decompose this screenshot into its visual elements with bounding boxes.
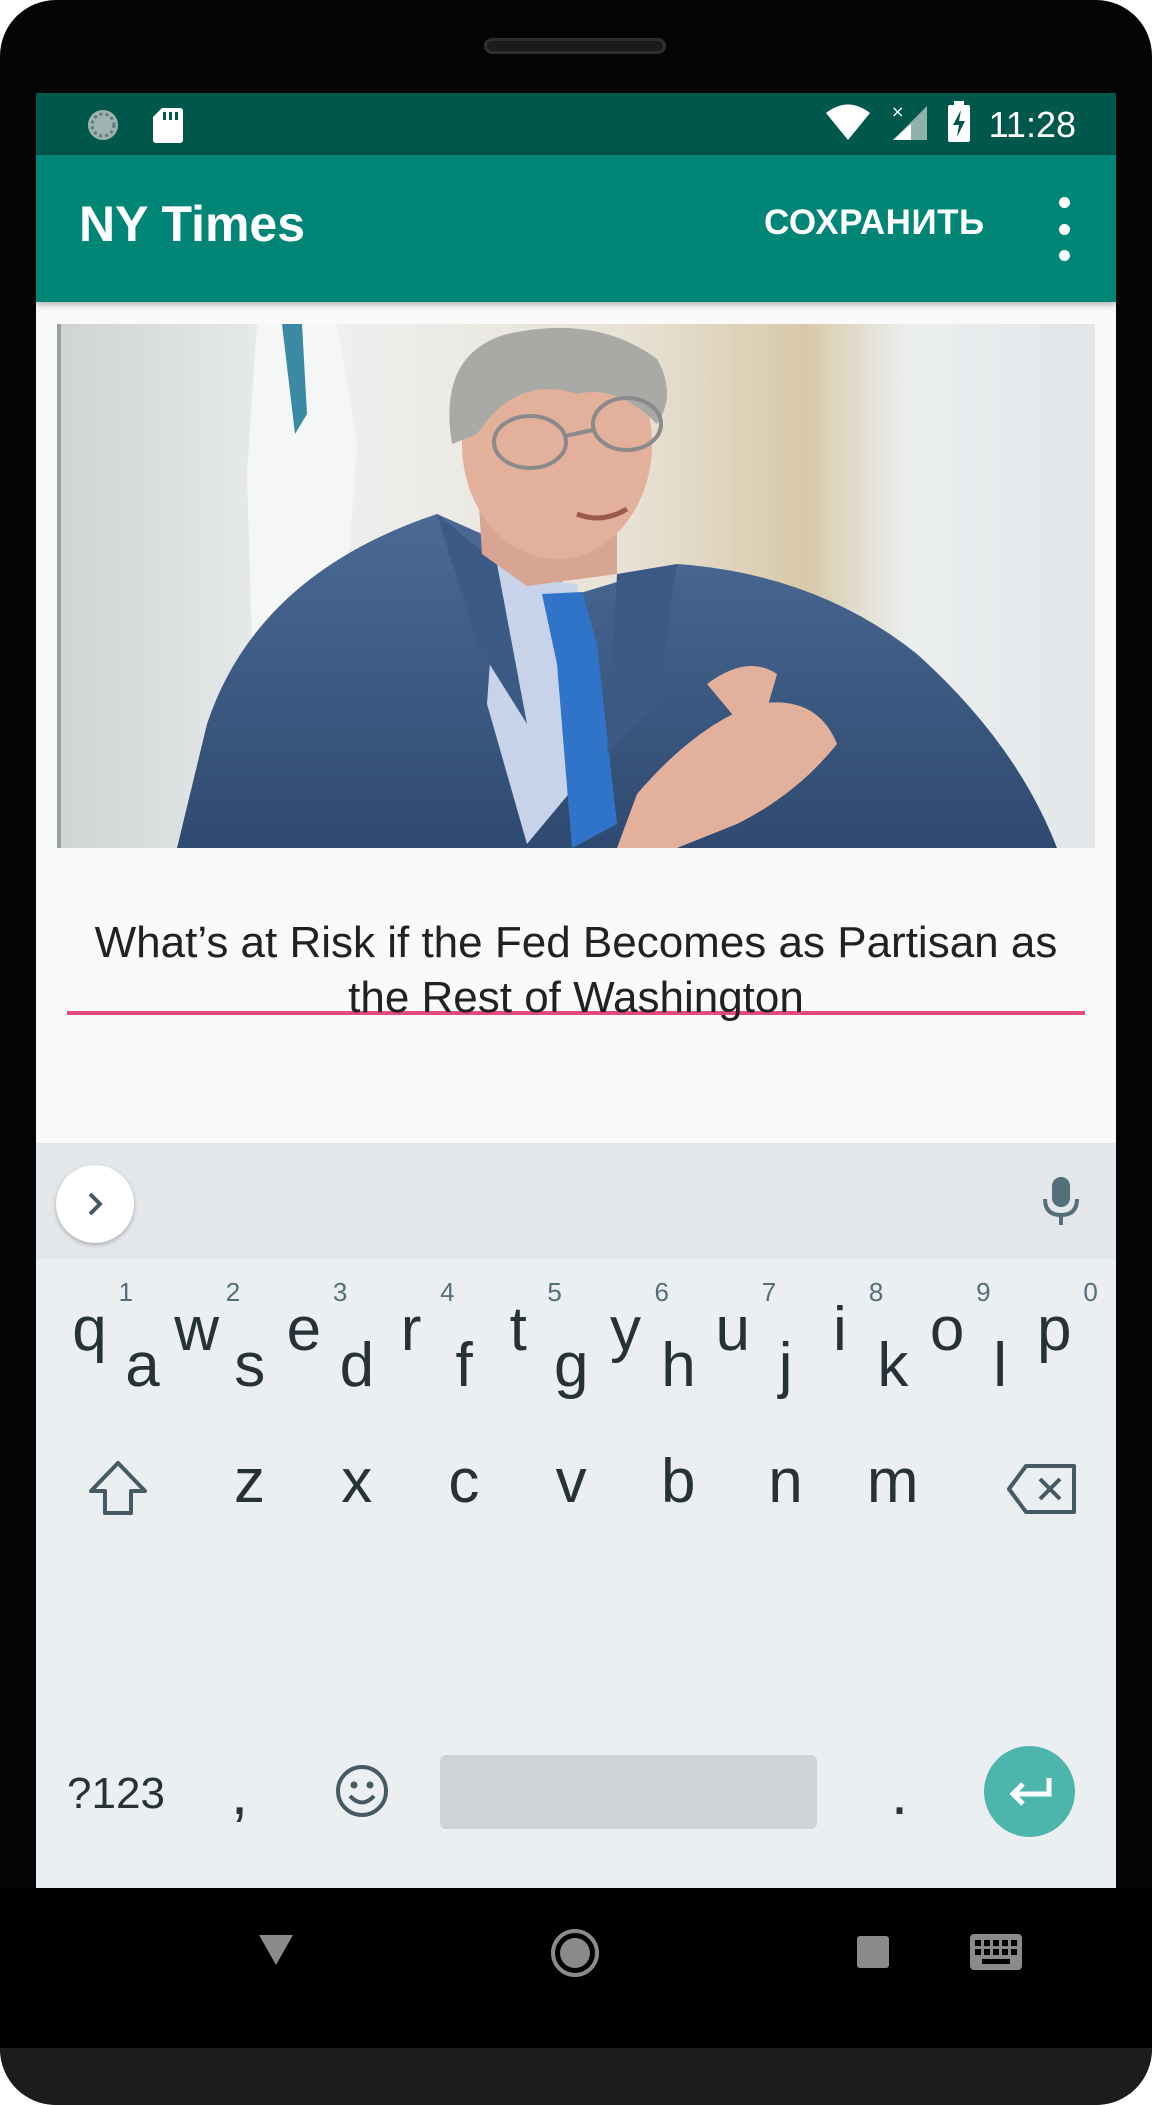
key-label: d — [339, 1331, 375, 1400]
key-a[interactable]: a — [89, 1295, 196, 1425]
sd-card-icon — [152, 106, 184, 149]
device-frame: × 11:28 NY Times СОХРАНИТЬ What’s at Ris… — [0, 0, 1152, 2105]
backspace-icon[interactable] — [986, 1411, 1093, 1541]
key-s[interactable]: s — [196, 1295, 303, 1425]
svg-text:×: × — [891, 102, 904, 121]
key-label: a — [125, 1331, 160, 1400]
enter-icon[interactable] — [984, 1746, 1075, 1837]
key-label: c — [448, 1447, 480, 1516]
key-label: f — [455, 1331, 473, 1400]
earpiece-speaker — [484, 38, 666, 54]
key-label: m — [866, 1447, 919, 1516]
key-b[interactable]: b — [625, 1411, 732, 1541]
key-j[interactable]: j — [732, 1295, 839, 1425]
key-l[interactable]: l — [947, 1295, 1054, 1425]
device-chin — [0, 2048, 1152, 2105]
key-label: k — [877, 1331, 909, 1400]
wifi-icon — [825, 102, 871, 147]
back-icon[interactable] — [257, 1933, 295, 1972]
key-z[interactable]: z — [196, 1411, 303, 1541]
status-bar: × 11:28 — [36, 93, 1116, 155]
key-label: z — [234, 1447, 265, 1516]
soft-keyboard: 1q2w3e4r5t6y7u8i9o0p asdfghjkl zxcvbnm ?… — [36, 1143, 1116, 1888]
key-g[interactable]: g — [518, 1295, 625, 1425]
key-label: x — [341, 1447, 373, 1516]
key-label: v — [555, 1447, 587, 1516]
key-label: h — [661, 1331, 696, 1400]
mic-icon[interactable] — [1040, 1175, 1082, 1232]
headline-field[interactable]: What’s at Risk if the Fed Becomes as Par… — [67, 915, 1085, 1022]
key-m[interactable]: m — [839, 1411, 946, 1541]
period-key[interactable]: . — [846, 1723, 953, 1853]
key-d[interactable]: d — [303, 1295, 410, 1425]
sync-icon — [84, 106, 122, 149]
no-signal-icon: × — [889, 102, 929, 147]
key-c[interactable]: c — [410, 1411, 517, 1541]
recents-icon[interactable] — [857, 1936, 889, 1973]
key-n[interactable]: n — [732, 1411, 839, 1541]
key-label: s — [234, 1331, 266, 1400]
chevron-right-icon[interactable] — [56, 1165, 134, 1243]
home-icon[interactable] — [550, 1928, 600, 1983]
app-title: NY Times — [79, 196, 306, 252]
shift-icon[interactable] — [63, 1411, 170, 1541]
key-label: j — [778, 1331, 793, 1400]
comma-key[interactable]: , — [186, 1723, 293, 1853]
keyboard-icon[interactable] — [970, 1934, 1022, 1975]
key-h[interactable]: h — [625, 1295, 732, 1425]
app-bar: NY Times СОХРАНИТЬ — [36, 155, 1116, 302]
screen: × 11:28 NY Times СОХРАНИТЬ What’s at Ris… — [36, 93, 1116, 1888]
key-v[interactable]: v — [518, 1411, 625, 1541]
key-f[interactable]: f — [411, 1295, 518, 1425]
symbols-key[interactable]: ?123 — [46, 1723, 186, 1853]
key-label: g — [554, 1331, 589, 1400]
battery-charging-icon — [947, 101, 971, 148]
emoji-icon[interactable] — [308, 1723, 415, 1853]
key-label: b — [661, 1447, 696, 1516]
more-vert-icon[interactable] — [1046, 197, 1082, 261]
key-label: l — [993, 1331, 1007, 1400]
key-x[interactable]: x — [303, 1411, 410, 1541]
status-time: 11:28 — [988, 103, 1076, 145]
key-label: n — [768, 1447, 803, 1516]
article-image — [57, 324, 1095, 848]
key-k[interactable]: k — [839, 1295, 946, 1425]
save-button[interactable]: СОХРАНИТЬ — [764, 203, 985, 243]
space-bar[interactable] — [440, 1755, 817, 1829]
navigation-bar — [0, 1888, 1152, 2048]
suggestion-strip — [36, 1143, 1116, 1259]
